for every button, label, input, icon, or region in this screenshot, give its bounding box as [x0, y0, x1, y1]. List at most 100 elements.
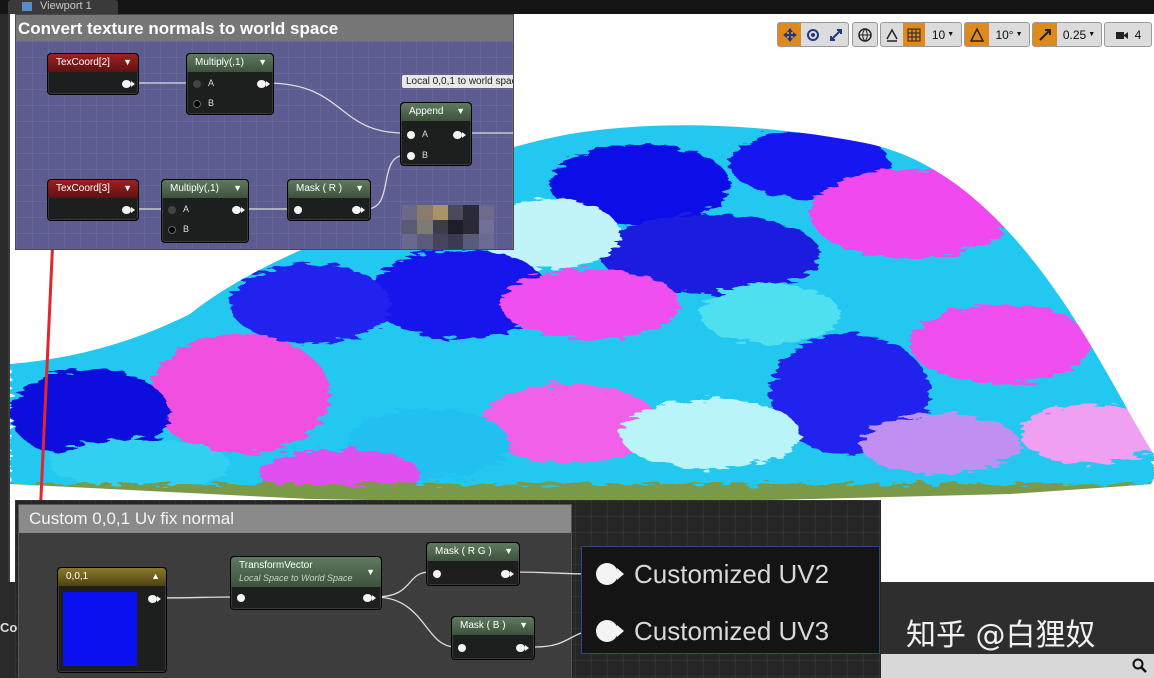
input-pin[interactable]	[237, 594, 245, 602]
chevron-down-icon: ▼	[258, 57, 267, 67]
camera-icon	[1115, 31, 1128, 39]
chevron-down-icon: ▼	[456, 106, 465, 116]
rotation-snap-value[interactable]: 10° ▼	[989, 23, 1029, 46]
node-title: Mask ( R )	[296, 183, 343, 194]
window-strip	[0, 14, 8, 582]
output-pin[interactable]	[122, 206, 135, 214]
texture-preview-blurred	[402, 205, 494, 249]
graph-panel-bottom[interactable]: Custom 0,0,1 Uv fix normal 0,0,1 ▲ Transf…	[15, 500, 881, 678]
scale-tool-button[interactable]	[825, 23, 848, 46]
material-output-node[interactable]: Customized UV2 Customized UV3	[581, 546, 880, 654]
tab-label: Viewport 1	[40, 0, 92, 12]
output-label-uv2: Customized UV2	[634, 558, 830, 589]
uv3-pin-icon	[596, 620, 618, 642]
scale-snap-label: 0.25	[1062, 27, 1087, 42]
surface-snap-button[interactable]	[881, 23, 903, 46]
uv3-pin-arrow	[617, 625, 624, 637]
world-local-toggle[interactable]	[852, 22, 878, 47]
node-title: Append	[409, 106, 444, 117]
chevron-down-icon: ▼	[1088, 31, 1096, 38]
tab-viewport[interactable]: Viewport 1	[8, 0, 118, 14]
node-mask-r[interactable]: Mask ( R ) ▼	[287, 179, 371, 221]
input-pin-b[interactable]	[407, 152, 415, 160]
chevron-down-icon: ▼	[1015, 31, 1023, 38]
node-title: Mask ( R G )	[435, 546, 492, 557]
scale-snap-value[interactable]: 0.25 ▼	[1057, 23, 1101, 46]
pin-label: B	[422, 150, 429, 160]
pin-label: A	[183, 204, 190, 214]
surface-snap-icon	[886, 27, 898, 42]
search-icon	[1132, 658, 1147, 673]
grid-snap-label: 10	[931, 27, 946, 42]
scale-snap-icon	[1039, 28, 1051, 41]
input-pin-a[interactable]	[193, 80, 201, 88]
pin-label: A	[422, 129, 429, 139]
output-row-uv2[interactable]: Customized UV2	[596, 557, 829, 591]
input-pin[interactable]	[433, 570, 441, 578]
chevron-down-icon: ▼	[123, 183, 132, 193]
scale-icon	[830, 28, 843, 41]
output-pin[interactable]	[232, 206, 245, 214]
node-multiply-2[interactable]: Multiply(,1) ▼ A B	[161, 179, 249, 243]
status-label: Co	[0, 620, 18, 635]
output-pin[interactable]	[148, 595, 161, 603]
chevron-down-icon: ▼	[504, 546, 513, 556]
translate-tool-button[interactable]	[778, 23, 802, 46]
output-row-uv3[interactable]: Customized UV3	[596, 614, 829, 648]
output-pin[interactable]	[257, 80, 270, 88]
node-texcoord2[interactable]: TexCoord[2] ▼	[47, 53, 139, 95]
node-title: TexCoord[2]	[56, 57, 110, 68]
pin-label: A	[208, 78, 215, 88]
input-pin-a[interactable]	[407, 131, 415, 139]
node-constant-vector[interactable]: 0,0,1 ▲	[57, 567, 167, 673]
node-title: Multiply(,1)	[170, 183, 219, 194]
output-pin[interactable]	[122, 80, 135, 88]
grid-snap-value[interactable]: 10 ▼	[925, 23, 961, 46]
globe-icon	[858, 27, 872, 42]
node-multiply-1[interactable]: Multiply(,1) ▼ A B	[186, 53, 274, 115]
chevron-down-icon: ▼	[233, 183, 242, 193]
node-mask-b[interactable]: Mask ( B ) ▼	[451, 616, 535, 660]
grid-snap-button[interactable]	[903, 23, 925, 46]
uv2-pin-icon	[596, 563, 618, 585]
camera-speed-button[interactable]: 4	[1104, 22, 1152, 47]
rotation-snap-button[interactable]	[965, 23, 989, 46]
input-pin[interactable]	[294, 206, 302, 214]
search-bar[interactable]	[881, 654, 1154, 678]
tooltip-label: Local 0,0,1 to world space	[402, 75, 513, 88]
rotate-tool-button[interactable]	[801, 23, 824, 46]
uv2-pin-arrow	[617, 568, 624, 580]
output-pin[interactable]	[516, 644, 529, 652]
output-pin[interactable]	[352, 206, 365, 214]
node-title: 0,0,1	[66, 571, 89, 582]
transform-tools-group	[777, 22, 849, 47]
input-pin[interactable]	[458, 644, 466, 652]
node-title: Mask ( B )	[460, 620, 506, 631]
output-pin[interactable]	[453, 131, 466, 139]
viewport-icon	[22, 2, 32, 11]
camera-speed-label: 4	[1134, 27, 1142, 42]
chevron-down-icon: ▼	[519, 620, 528, 630]
node-transform-vector[interactable]: TransformVector Local Space to World Spa…	[230, 556, 382, 610]
node-title: TransformVector	[239, 560, 313, 571]
angle-icon	[969, 26, 985, 42]
color-swatch[interactable]	[63, 592, 137, 666]
tab-bar	[0, 0, 1154, 14]
rotation-snap-group: 10° ▼	[964, 22, 1030, 47]
input-pin-a[interactable]	[168, 206, 176, 214]
chevron-down-icon: ▼	[355, 183, 364, 193]
graph-panel-top[interactable]: Convert texture normals to world space T…	[15, 14, 514, 250]
scale-snap-button[interactable]	[1033, 23, 1057, 46]
output-label-uv3: Customized UV3	[634, 615, 830, 646]
output-pin[interactable]	[363, 594, 376, 602]
rotation-snap-label: 10°	[995, 27, 1014, 42]
node-mask-rg[interactable]: Mask ( R G ) ▼	[426, 542, 520, 586]
input-pin-b[interactable]	[168, 226, 176, 234]
node-subtitle: Local Space to World Space	[239, 573, 353, 583]
node-texcoord3[interactable]: TexCoord[3] ▼	[47, 179, 139, 221]
scale-snap-group: 0.25 ▼	[1032, 22, 1102, 47]
node-append[interactable]: Append ▼ A B	[400, 102, 472, 166]
input-pin-b[interactable]	[193, 100, 201, 108]
translate-icon	[782, 27, 797, 42]
output-pin[interactable]	[501, 570, 514, 578]
